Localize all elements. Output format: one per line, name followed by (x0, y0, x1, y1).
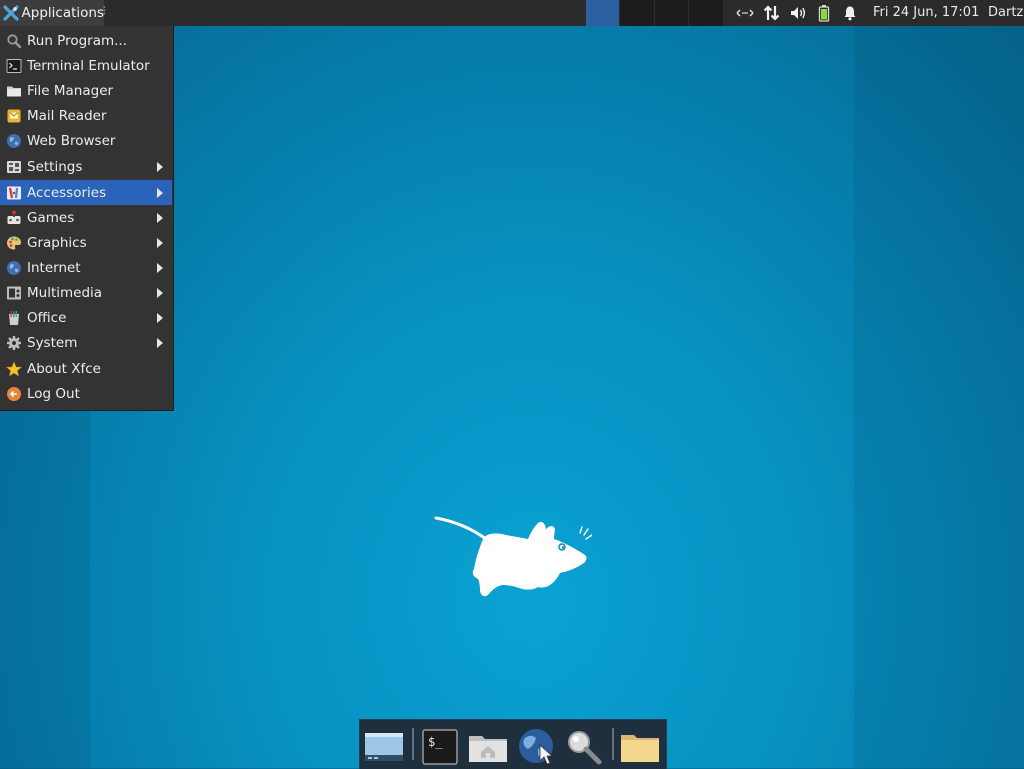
games-icon (6, 210, 22, 226)
accessories-icon (6, 185, 22, 201)
svg-text:$_: $_ (428, 735, 443, 749)
clock[interactable]: Fri 24 Jun, 17:01 (873, 0, 979, 26)
xfce-mouse-wallpaper-logo (434, 515, 593, 599)
folder-icon (6, 83, 22, 99)
multimedia-icon (6, 285, 22, 301)
submenu-arrow-icon (157, 338, 163, 348)
menu-item-file-manager[interactable]: File Manager (0, 78, 172, 103)
applications-menu: Run Program... Terminal Emulator File Ma… (0, 26, 174, 411)
search-icon (6, 33, 22, 49)
workspace-switcher[interactable] (620, 0, 723, 26)
menu-item-accessories[interactable]: Accessories (0, 180, 172, 205)
menu-item-label: System (27, 334, 78, 351)
workspace-1[interactable] (586, 0, 619, 26)
folder-icon[interactable] (618, 726, 662, 768)
battery-icon[interactable] (815, 0, 833, 26)
menu-item-label: About Xfce (27, 360, 101, 377)
office-icon (6, 310, 22, 326)
menu-item-label: Multimedia (27, 284, 103, 301)
menu-item-log-out[interactable]: Log Out (0, 381, 172, 406)
submenu-arrow-icon (157, 213, 163, 223)
menu-item-games[interactable]: Games (0, 205, 172, 230)
globe-icon (6, 133, 22, 149)
submenu-arrow-icon (157, 162, 163, 172)
dock-separator (612, 728, 614, 760)
terminal-icon (6, 58, 22, 74)
submenu-arrow-icon (157, 313, 163, 323)
menu-item-settings[interactable]: Settings (0, 154, 172, 179)
applications-menu-button[interactable]: Applications (0, 0, 104, 26)
menu-item-label: Log Out (27, 385, 80, 402)
volume-icon[interactable] (787, 0, 809, 26)
submenu-arrow-icon (157, 238, 163, 248)
dock-separator (412, 728, 414, 760)
mail-icon (6, 108, 22, 124)
applications-label: Applications (21, 5, 104, 21)
user-menu[interactable]: Dartz (988, 0, 1024, 26)
menu-item-internet[interactable]: Internet (0, 255, 172, 280)
bottom-dock: $_ (359, 719, 667, 769)
top-panel: Applications ⠇ Fri 24 Jun, 17:01 Dartz (0, 0, 1024, 26)
show-desktop-icon[interactable] (362, 726, 406, 768)
star-icon (6, 360, 22, 377)
menu-item-label: Web Browser (27, 132, 116, 149)
menu-item-label: Settings (27, 158, 83, 175)
menu-item-run-program[interactable]: Run Program... (0, 28, 172, 53)
globe-icon (6, 260, 22, 276)
submenu-arrow-icon (157, 188, 163, 198)
menu-item-system[interactable]: System (0, 330, 172, 355)
logout-icon (6, 386, 22, 402)
menu-item-web-browser[interactable]: Web Browser (0, 128, 172, 153)
menu-item-label: Accessories (27, 184, 107, 201)
menu-item-multimedia[interactable]: Multimedia (0, 280, 172, 305)
menu-item-office[interactable]: Office (0, 305, 172, 330)
gear-icon (6, 335, 22, 351)
notifications-bell-icon[interactable] (840, 0, 860, 26)
terminal-icon[interactable]: $_ (418, 726, 462, 768)
menu-item-label: Run Program... (27, 32, 128, 49)
network-arrows-icon[interactable] (734, 0, 756, 26)
submenu-arrow-icon (157, 263, 163, 273)
desktop-shade-right (854, 26, 1024, 768)
panel-separator-handle: ⠇ (102, 5, 111, 18)
settings-icon (6, 159, 22, 175)
xfce-logo-icon (2, 4, 20, 22)
menu-item-label: Internet (27, 259, 81, 276)
menu-item-about-xfce[interactable]: About Xfce (0, 356, 172, 381)
home-folder-icon[interactable] (466, 726, 510, 768)
menu-item-label: Terminal Emulator (27, 57, 150, 74)
palette-icon (6, 235, 22, 251)
menu-item-mail-reader[interactable]: Mail Reader (0, 103, 172, 128)
menu-item-terminal-emulator[interactable]: Terminal Emulator (0, 53, 172, 78)
app-finder-icon[interactable] (562, 726, 606, 768)
network-updown-icon[interactable] (761, 0, 783, 26)
menu-item-label: Mail Reader (27, 107, 107, 124)
web-browser-icon[interactable] (514, 726, 558, 768)
submenu-arrow-icon (157, 288, 163, 298)
menu-item-label: Office (27, 309, 67, 326)
menu-item-label: Games (27, 209, 75, 226)
menu-item-label: Graphics (27, 234, 87, 251)
menu-item-graphics[interactable]: Graphics (0, 230, 172, 255)
menu-item-label: File Manager (27, 82, 114, 99)
